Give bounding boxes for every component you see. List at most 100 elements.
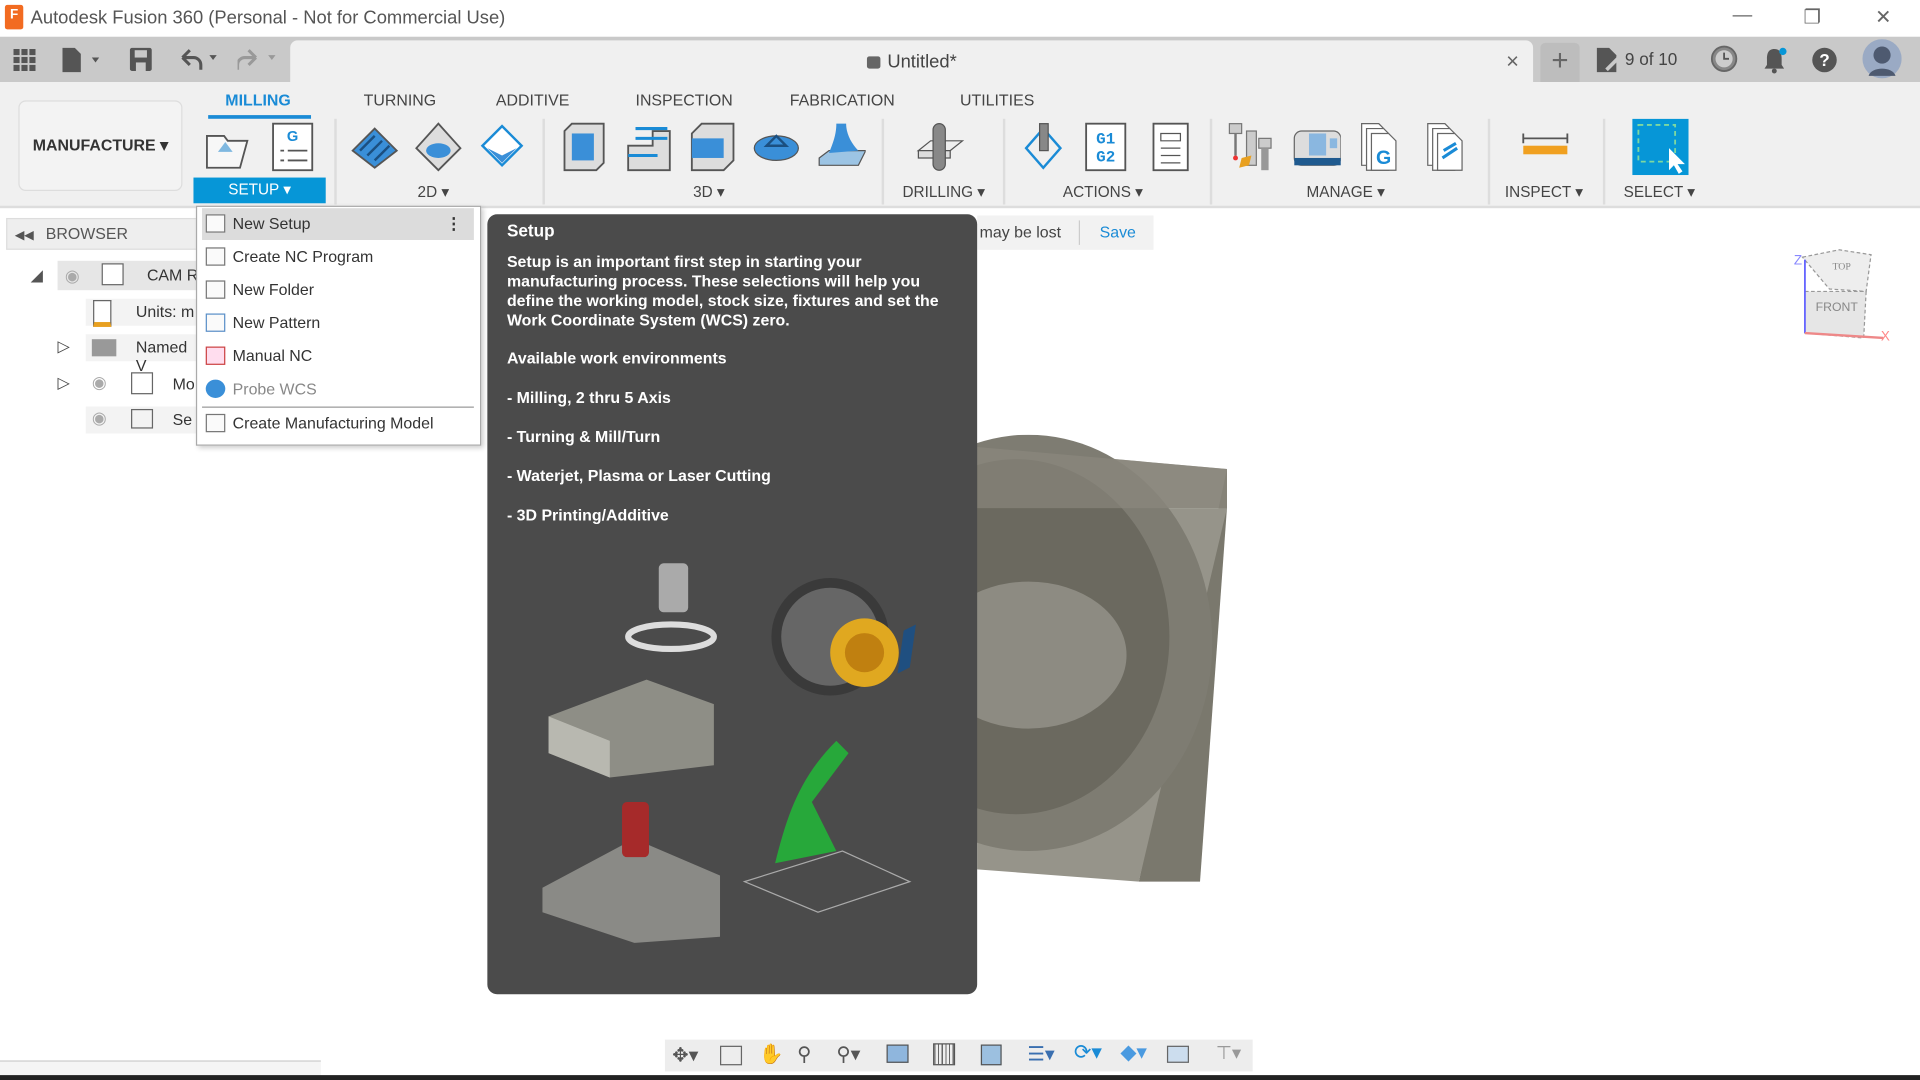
- view-cube[interactable]: TOP FRONT Z X: [1790, 245, 1900, 349]
- 3d-horizontal-icon[interactable]: [623, 121, 672, 172]
- save-icon[interactable]: [129, 47, 152, 72]
- document-tab[interactable]: Untitled* ×: [290, 40, 1534, 83]
- more-options-icon[interactable]: ⋮: [446, 208, 462, 240]
- menu-item-new-setup[interactable]: New Setup ⋮: [202, 208, 474, 241]
- workspace-switcher[interactable]: MANUFACTURE ▾: [18, 100, 183, 192]
- visibility-eye-icon[interactable]: ◉: [65, 266, 80, 287]
- create-nc-program-icon[interactable]: G: [269, 121, 318, 172]
- minimize-button[interactable]: —: [1724, 5, 1761, 27]
- user-avatar[interactable]: [1862, 39, 1902, 79]
- svg-text:G: G: [287, 129, 298, 145]
- measure-icon[interactable]: [1521, 121, 1570, 172]
- tree-row-named-views[interactable]: ▷ Named V: [55, 334, 203, 375]
- machine-sim-icon[interactable]: [1166, 1045, 1189, 1063]
- machine-library-icon[interactable]: [1292, 121, 1341, 172]
- active-tab-underline: [208, 115, 312, 119]
- refresh-icon[interactable]: ⟳▾: [1074, 1041, 1102, 1065]
- grid-icon[interactable]: [933, 1043, 956, 1066]
- post-process-icon[interactable]: G1G2: [1084, 121, 1133, 172]
- orbit-icon[interactable]: ✥▾: [672, 1043, 698, 1067]
- display-settings-icon[interactable]: [886, 1044, 909, 1063]
- close-tab-button[interactable]: ×: [1506, 49, 1519, 75]
- section-icon[interactable]: ☰▾: [1027, 1042, 1054, 1066]
- notifications-bell-icon[interactable]: [1762, 47, 1789, 74]
- help-icon[interactable]: ?: [1811, 47, 1838, 74]
- select-icon[interactable]: [1632, 118, 1689, 176]
- expand-triangle-icon[interactable]: ▷: [58, 337, 70, 357]
- redo-icon[interactable]: [237, 49, 282, 71]
- drilling-icon[interactable]: [916, 121, 965, 172]
- actions-dropdown[interactable]: ACTIONS ▾: [1063, 182, 1143, 201]
- 3d-adaptive-icon[interactable]: [560, 121, 609, 172]
- 3d-steep-shallow-icon[interactable]: [817, 121, 866, 172]
- tab-milling[interactable]: MILLING: [225, 91, 290, 109]
- 3d-pencil-icon[interactable]: [752, 121, 801, 172]
- tooltip-body: Setup is an important first step in star…: [506, 252, 939, 330]
- manage-dropdown[interactable]: MANAGE ▾: [1307, 182, 1385, 201]
- collapse-triangle-icon[interactable]: ◢: [31, 266, 43, 286]
- browser-panel-header[interactable]: ◀◀ BROWSER: [6, 217, 199, 250]
- tree-label: Mo: [172, 374, 195, 394]
- fit-icon[interactable]: ⚲▾: [836, 1042, 860, 1066]
- menu-item-new-pattern[interactable]: New Pattern: [202, 307, 474, 339]
- tree-row-units[interactable]: Units: m: [85, 298, 203, 327]
- 2d-adaptive-icon[interactable]: [350, 121, 399, 172]
- simulate-icon[interactable]: [1019, 121, 1068, 172]
- menu-item-create-manufacturing-model[interactable]: Create Manufacturing Model: [202, 408, 474, 440]
- post-library-icon[interactable]: G: [1357, 121, 1406, 172]
- unsaved-notification: may be lost Save: [977, 215, 1154, 250]
- visibility-eye-icon[interactable]: ◉: [92, 372, 107, 393]
- 2d-dropdown[interactable]: 2D ▾: [418, 182, 450, 201]
- 3d-model-viewport[interactable]: [955, 434, 1249, 900]
- document-title: Untitled*: [887, 51, 957, 73]
- job-status-clock-icon[interactable]: [1710, 45, 1738, 72]
- tree-row-setups[interactable]: ◉ Se: [85, 406, 203, 434]
- select-dropdown[interactable]: SELECT ▾: [1624, 182, 1695, 201]
- 3d-parallel-icon[interactable]: [687, 121, 736, 172]
- tree-row-cam-root[interactable]: ◢ ◉ CAM R: [31, 260, 203, 291]
- version-count[interactable]: 9 of 10: [1625, 49, 1677, 69]
- 2d-contour-icon[interactable]: [478, 121, 527, 172]
- menu-item-probe-wcs[interactable]: Probe WCS: [202, 373, 474, 405]
- collapse-browser-icon[interactable]: ◀◀: [15, 229, 34, 242]
- new-setup-icon[interactable]: [203, 121, 252, 172]
- tab-fabrication[interactable]: FABRICATION: [790, 91, 895, 109]
- tab-utilities[interactable]: UTILITIES: [960, 91, 1034, 109]
- visibility-eye-icon[interactable]: ◉: [92, 408, 107, 429]
- tab-inspection[interactable]: INSPECTION: [636, 91, 733, 109]
- drilling-dropdown[interactable]: DRILLING ▾: [902, 182, 985, 201]
- layers-icon[interactable]: ◆▾: [1120, 1041, 1146, 1065]
- menu-item-manual-nc[interactable]: Manual NC: [202, 340, 474, 372]
- tree-row-models[interactable]: ▷ ◉ Mo: [55, 371, 202, 398]
- zoom-icon[interactable]: ⚲: [797, 1042, 811, 1066]
- expand-triangle-icon[interactable]: ▷: [58, 373, 70, 393]
- x-axis-label: X: [1881, 328, 1890, 343]
- tab-additive[interactable]: ADDITIVE: [496, 91, 569, 109]
- tab-turning[interactable]: TURNING: [364, 91, 437, 109]
- tool-display-icon[interactable]: ⊤▾: [1216, 1042, 1241, 1064]
- look-at-icon[interactable]: [720, 1045, 743, 1066]
- pattern-icon: [205, 313, 226, 332]
- tool-library-icon[interactable]: [1227, 121, 1276, 172]
- restore-button[interactable]: ❐: [1794, 5, 1831, 29]
- menu-item-create-nc-program[interactable]: Create NC Program: [202, 241, 474, 273]
- manual-nc-icon: [205, 346, 226, 365]
- close-window-button[interactable]: ✕: [1865, 5, 1902, 29]
- probe-wcs-icon: [205, 379, 226, 398]
- template-library-icon[interactable]: [1423, 121, 1472, 172]
- menu-item-new-folder[interactable]: New Folder: [202, 274, 474, 306]
- 3d-dropdown[interactable]: 3D ▾: [693, 182, 725, 201]
- inspect-dropdown[interactable]: INSPECT ▾: [1505, 182, 1583, 201]
- nc-program-icon: [205, 247, 226, 266]
- setup-dropdown-button[interactable]: SETUP ▾: [193, 177, 326, 204]
- undo-icon[interactable]: [179, 49, 223, 71]
- file-menu-icon[interactable]: [62, 47, 104, 73]
- save-link[interactable]: Save: [1100, 216, 1136, 250]
- new-tab-button[interactable]: +: [1540, 42, 1580, 83]
- app-grid-icon[interactable]: [13, 48, 36, 72]
- 2d-pocket-icon[interactable]: [414, 121, 463, 172]
- pan-hand-icon[interactable]: ✋: [759, 1042, 783, 1066]
- tree-label: CAM R: [146, 265, 199, 285]
- setup-sheet-icon[interactable]: [1149, 121, 1198, 172]
- viewports-icon[interactable]: [980, 1044, 1002, 1066]
